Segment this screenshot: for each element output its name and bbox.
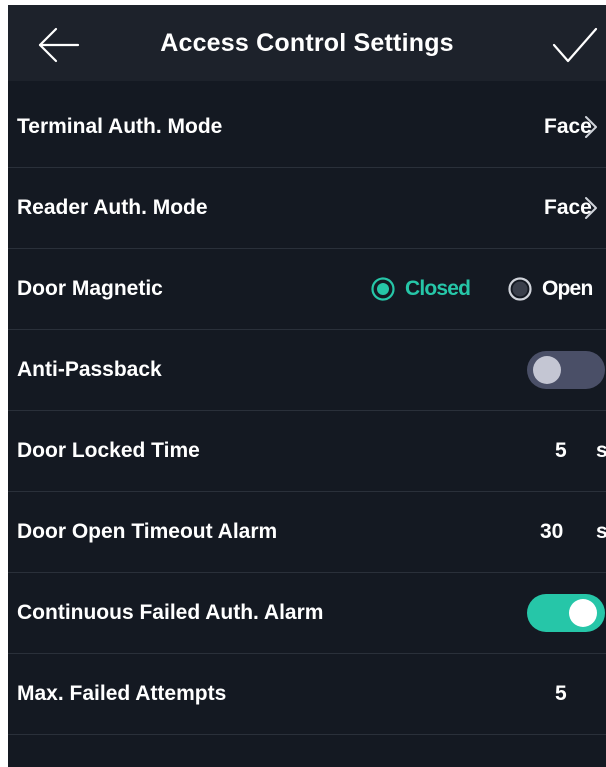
door-locked-time-label: Door Locked Time [17, 439, 200, 462]
continuous-failed-auth-alarm-label: Continuous Failed Auth. Alarm [17, 601, 324, 624]
radio-open-label[interactable]: Open [542, 249, 593, 329]
radio-open-unselected[interactable] [508, 277, 532, 301]
checkmark-icon [552, 27, 598, 63]
door-locked-time-unit: s [596, 439, 606, 462]
confirm-button[interactable] [550, 25, 600, 65]
door-locked-time-row[interactable]: Door Locked Time 5 s [8, 411, 606, 492]
access-control-settings-screen: Access Control Settings Terminal Auth. M… [8, 5, 606, 767]
radio-closed-label[interactable]: Closed [405, 249, 471, 329]
door-locked-time-value[interactable]: 5 [555, 411, 567, 491]
anti-passback-label: Anti-Passback [17, 358, 162, 381]
page-title: Access Control Settings [160, 29, 454, 57]
header-bar: Access Control Settings [8, 5, 606, 81]
continuous-failed-auth-alarm-row: Continuous Failed Auth. Alarm [8, 573, 606, 654]
anti-passback-toggle[interactable] [527, 351, 605, 389]
max-failed-attempts-value[interactable]: 5 [555, 654, 567, 734]
max-failed-attempts-label: Max. Failed Attempts [17, 682, 227, 705]
door-open-timeout-alarm-row[interactable]: Door Open Timeout Alarm 30 s [8, 492, 606, 573]
toggle-knob [533, 356, 561, 384]
reader-auth-mode-label: Reader Auth. Mode [17, 196, 208, 219]
door-open-timeout-alarm-label: Door Open Timeout Alarm [17, 520, 278, 543]
chevron-right-icon [585, 116, 597, 138]
continuous-failed-auth-alarm-toggle[interactable] [527, 594, 605, 632]
max-failed-attempts-row[interactable]: Max. Failed Attempts 5 [8, 654, 606, 735]
door-open-timeout-alarm-unit: s [596, 520, 606, 543]
terminal-auth-mode-label: Terminal Auth. Mode [17, 115, 223, 138]
chevron-right-icon [585, 197, 597, 219]
terminal-auth-mode-row[interactable]: Terminal Auth. Mode Face [8, 87, 606, 168]
door-magnetic-row: Door Magnetic Closed Open [8, 249, 606, 330]
door-magnetic-label: Door Magnetic [17, 277, 163, 300]
toggle-knob [569, 599, 597, 627]
radio-closed-selected[interactable] [371, 277, 395, 301]
anti-passback-row: Anti-Passback [8, 330, 606, 411]
reader-auth-mode-row[interactable]: Reader Auth. Mode Face [8, 168, 606, 249]
door-open-timeout-alarm-value[interactable]: 30 [540, 492, 563, 572]
